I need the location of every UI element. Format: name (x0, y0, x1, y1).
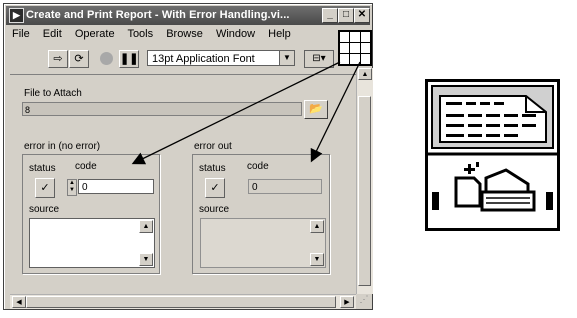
arrow-to-error-out (310, 61, 361, 163)
arrow-to-error-in (131, 61, 341, 165)
vi-icon (425, 79, 560, 231)
